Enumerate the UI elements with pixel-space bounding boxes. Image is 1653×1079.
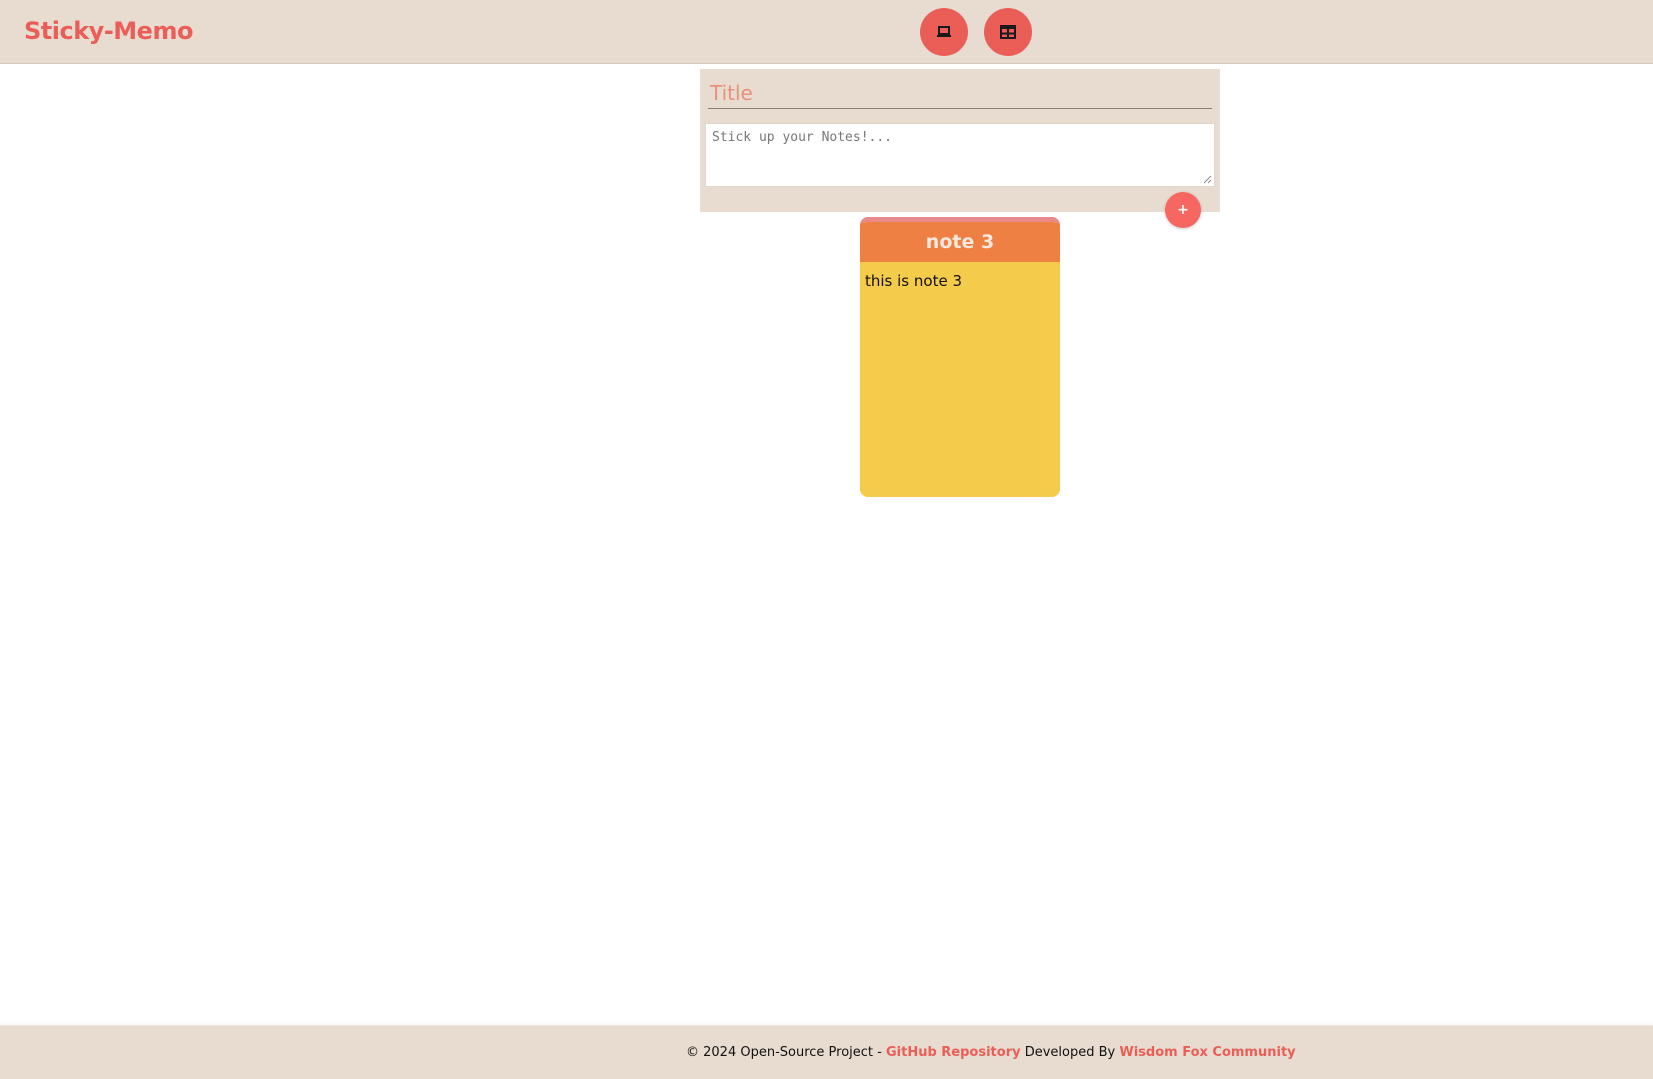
grid-view-button[interactable] [984,8,1032,56]
title-input[interactable] [708,77,1212,109]
brand-logo[interactable]: Sticky-Memo [24,17,193,45]
community-link[interactable]: Wisdom Fox Community [1119,1045,1295,1060]
note-header: note 3 [860,222,1060,262]
navbar: Sticky-Memo [0,0,1653,64]
laptop-icon [937,26,951,37]
note-title: note 3 [925,231,995,253]
table-grid-icon [1000,25,1016,39]
laptop-view-button[interactable] [920,8,968,56]
note-body: this is note 3 [865,272,962,290]
footer-text: © 2024 Open-Source Project - GitHub Repo… [686,1045,1296,1060]
github-repo-link[interactable]: GitHub Repository [886,1045,1021,1060]
developed-by-text: Developed By [1020,1045,1120,1060]
note-card[interactable]: note 3 this is note 3 [860,217,1060,497]
note-composer [700,69,1220,212]
note-textarea[interactable] [705,123,1215,187]
footer: © 2024 Open-Source Project - GitHub Repo… [0,1025,1653,1079]
add-note-button[interactable]: + [1165,192,1201,228]
copyright-text: © 2024 Open-Source Project - [686,1045,886,1060]
resize-grip-icon[interactable] [1203,175,1212,184]
